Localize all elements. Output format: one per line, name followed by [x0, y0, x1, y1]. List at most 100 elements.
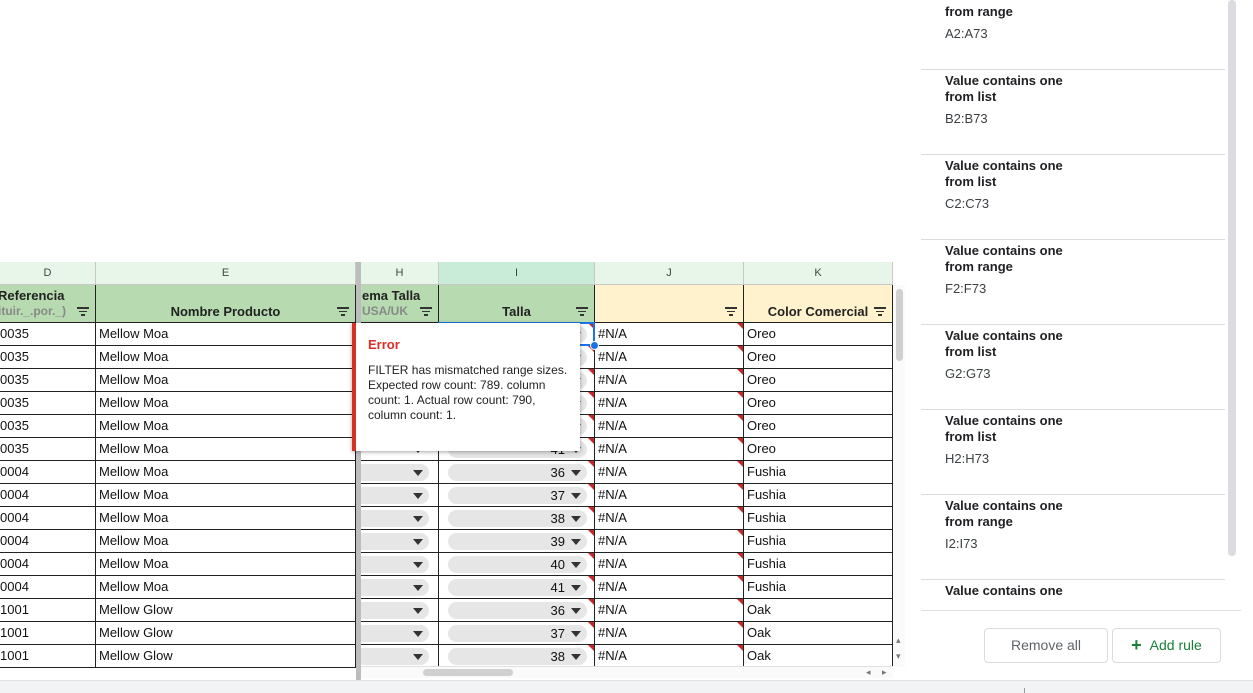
- dropdown-chip[interactable]: [361, 533, 429, 550]
- dropdown-chip[interactable]: [361, 464, 429, 481]
- cell-talla[interactable]: 38: [439, 645, 595, 668]
- scroll-down-arrow-icon[interactable]: ▾: [896, 651, 901, 662]
- cell-referencia[interactable]: 0004: [0, 576, 96, 599]
- dropdown-caret-icon[interactable]: [571, 539, 581, 545]
- dropdown-chip[interactable]: 37: [448, 625, 587, 642]
- dropdown-caret-icon[interactable]: [413, 631, 423, 637]
- cell-j[interactable]: #N/A: [595, 484, 744, 507]
- cell-nombre-producto[interactable]: Mellow Moa: [96, 369, 356, 392]
- filter-icon[interactable]: [725, 307, 737, 317]
- cell-j[interactable]: #N/A: [595, 530, 744, 553]
- cell-talla[interactable]: 41: [439, 576, 595, 599]
- cell-j[interactable]: #N/A: [595, 553, 744, 576]
- cell-esquema-talla[interactable]: U: [361, 507, 439, 530]
- remove-all-button[interactable]: Remove all: [984, 628, 1108, 663]
- header-j[interactable]: [595, 285, 744, 323]
- filter-icon[interactable]: [77, 307, 89, 317]
- cell-j[interactable]: #N/A: [595, 415, 744, 438]
- vertical-scroll-thumb[interactable]: [896, 289, 903, 361]
- validation-rule-item[interactable]: Value contains one from list B2:B73: [921, 70, 1225, 155]
- cell-nombre-producto[interactable]: Mellow Moa: [96, 530, 356, 553]
- cell-color-comercial[interactable]: Oreo: [744, 323, 893, 346]
- dropdown-chip[interactable]: [361, 579, 429, 596]
- validation-rule-item[interactable]: Value contains one from list G2:G73: [921, 325, 1225, 410]
- cell-color-comercial[interactable]: Oreo: [744, 369, 893, 392]
- dropdown-caret-icon[interactable]: [413, 493, 423, 499]
- column-header-j[interactable]: J: [595, 262, 744, 285]
- cell-esquema-talla[interactable]: U: [361, 599, 439, 622]
- dropdown-caret-icon[interactable]: [413, 608, 423, 614]
- cell-color-comercial[interactable]: Fushia: [744, 461, 893, 484]
- dropdown-caret-icon[interactable]: [571, 493, 581, 499]
- dropdown-caret-icon[interactable]: [571, 470, 581, 476]
- dropdown-caret-icon[interactable]: [571, 562, 581, 568]
- cell-referencia[interactable]: 0035: [0, 438, 96, 461]
- cell-nombre-producto[interactable]: Mellow Moa: [96, 438, 356, 461]
- dropdown-caret-icon[interactable]: [413, 562, 423, 568]
- cell-talla[interactable]: 40: [439, 553, 595, 576]
- dropdown-chip[interactable]: 40: [448, 556, 587, 573]
- cell-color-comercial[interactable]: Oak: [744, 599, 893, 622]
- filter-icon[interactable]: [420, 307, 432, 317]
- horizontal-scrollbar[interactable]: ◂ ▸: [361, 666, 893, 678]
- dropdown-caret-icon[interactable]: [413, 539, 423, 545]
- cell-j[interactable]: #N/A: [595, 576, 744, 599]
- cell-talla[interactable]: 37: [439, 622, 595, 645]
- cell-esquema-talla[interactable]: U: [361, 622, 439, 645]
- dropdown-chip[interactable]: 36: [448, 464, 587, 481]
- cell-color-comercial[interactable]: Fushia: [744, 553, 893, 576]
- cell-color-comercial[interactable]: Fushia: [744, 530, 893, 553]
- cell-j[interactable]: #N/A: [595, 461, 744, 484]
- cell-j[interactable]: #N/A: [595, 645, 744, 668]
- dropdown-chip[interactable]: 37: [448, 487, 587, 504]
- dropdown-chip[interactable]: [361, 487, 429, 504]
- column-header-e[interactable]: E: [96, 262, 356, 285]
- filter-icon[interactable]: [576, 307, 588, 317]
- spreadsheet-grid[interactable]: D E H I J K Referencia ituir._.por._) No…: [0, 0, 905, 680]
- cell-nombre-producto[interactable]: Mellow Moa: [96, 323, 356, 346]
- cell-talla[interactable]: 39: [439, 530, 595, 553]
- cell-esquema-talla[interactable]: U: [361, 645, 439, 668]
- cell-nombre-producto[interactable]: Mellow Moa: [96, 576, 356, 599]
- cell-esquema-talla[interactable]: U: [361, 530, 439, 553]
- scroll-up-arrow-icon[interactable]: ▴: [896, 635, 901, 646]
- dropdown-chip[interactable]: 38: [448, 648, 587, 665]
- cell-esquema-talla[interactable]: U: [361, 484, 439, 507]
- dropdown-chip[interactable]: 39: [448, 533, 587, 550]
- cell-referencia[interactable]: 0004: [0, 553, 96, 576]
- cell-color-comercial[interactable]: Oreo: [744, 346, 893, 369]
- cell-color-comercial[interactable]: Oreo: [744, 438, 893, 461]
- dropdown-caret-icon[interactable]: [413, 516, 423, 522]
- cell-referencia[interactable]: 1001: [0, 622, 96, 645]
- cell-referencia[interactable]: 1001: [0, 645, 96, 668]
- dropdown-caret-icon[interactable]: [571, 585, 581, 591]
- cell-nombre-producto[interactable]: Mellow Glow: [96, 645, 356, 668]
- vertical-scrollbar[interactable]: ▴ ▾: [893, 285, 905, 667]
- validation-rule-item[interactable]: Value contains one from range I2:I73: [921, 495, 1225, 580]
- cell-j[interactable]: #N/A: [595, 622, 744, 645]
- cell-talla[interactable]: 38: [439, 507, 595, 530]
- add-rule-button[interactable]: + Add rule: [1112, 628, 1221, 663]
- scroll-left-arrow-icon[interactable]: ◂: [866, 667, 871, 678]
- cell-color-comercial[interactable]: Oak: [744, 645, 893, 668]
- cell-referencia[interactable]: 0004: [0, 484, 96, 507]
- dropdown-chip[interactable]: 36: [448, 602, 587, 619]
- cell-esquema-talla[interactable]: U: [361, 553, 439, 576]
- cell-j[interactable]: #N/A: [595, 599, 744, 622]
- cell-nombre-producto[interactable]: Mellow Moa: [96, 507, 356, 530]
- cell-color-comercial[interactable]: Oreo: [744, 415, 893, 438]
- dropdown-caret-icon[interactable]: [571, 608, 581, 614]
- dropdown-chip[interactable]: [361, 510, 429, 527]
- cell-color-comercial[interactable]: Oreo: [744, 392, 893, 415]
- cell-referencia[interactable]: 0004: [0, 461, 96, 484]
- cell-color-comercial[interactable]: Oak: [744, 622, 893, 645]
- cell-color-comercial[interactable]: Fushia: [744, 576, 893, 599]
- cell-j[interactable]: #N/A: [595, 392, 744, 415]
- cell-referencia[interactable]: 0004: [0, 530, 96, 553]
- header-talla[interactable]: Talla: [439, 285, 595, 323]
- column-header-i[interactable]: I: [439, 262, 595, 285]
- cell-nombre-producto[interactable]: Mellow Moa: [96, 392, 356, 415]
- dropdown-caret-icon[interactable]: [571, 631, 581, 637]
- column-header-k[interactable]: K: [744, 262, 893, 285]
- dropdown-chip[interactable]: [361, 602, 429, 619]
